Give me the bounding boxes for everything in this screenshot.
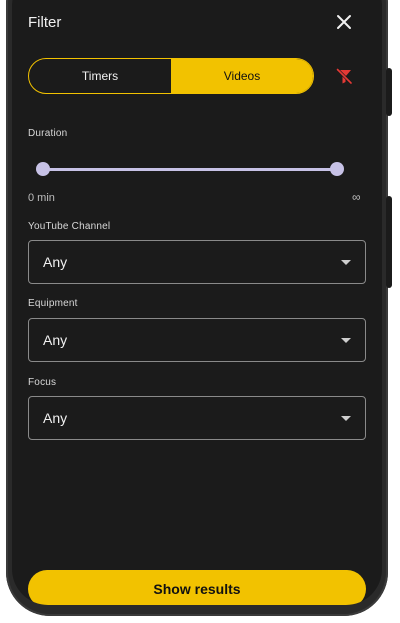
slider-ticks [48,168,332,171]
page-title: Filter [28,14,62,31]
slider-min-thumb[interactable] [36,162,50,176]
duration-label: Duration [28,128,68,139]
close-icon[interactable] [334,12,354,32]
duration-slider[interactable] [36,162,344,176]
focus-select[interactable]: Any [28,396,366,440]
power-button [386,196,392,288]
filter-off-icon[interactable] [334,66,354,86]
type-toggle: Timers Videos [28,58,314,94]
equipment-label: Equipment [28,298,78,309]
volume-button [386,68,392,116]
chevron-down-icon [341,338,351,343]
filter-sheet: Filter Timers Videos Duration 0 min ∞ Yo… [12,0,382,605]
duration-max-label: ∞ [352,190,361,204]
focus-label: Focus [28,377,57,388]
chevron-down-icon [341,260,351,265]
slider-max-thumb[interactable] [330,162,344,176]
equipment-select[interactable]: Any [28,318,366,362]
chevron-down-icon [341,416,351,421]
youtube-channel-label: YouTube Channel [28,221,111,232]
app-screen: Filter Timers Videos Duration 0 min ∞ Yo… [12,0,382,605]
youtube-channel-select[interactable]: Any [28,240,366,284]
show-results-button[interactable]: Show results [28,570,366,605]
toggle-videos[interactable]: Videos [171,59,313,93]
equipment-value: Any [43,332,68,348]
duration-min-label: 0 min [28,192,55,204]
toggle-timers[interactable]: Timers [29,59,171,93]
youtube-channel-value: Any [43,254,68,270]
focus-value: Any [43,410,68,426]
